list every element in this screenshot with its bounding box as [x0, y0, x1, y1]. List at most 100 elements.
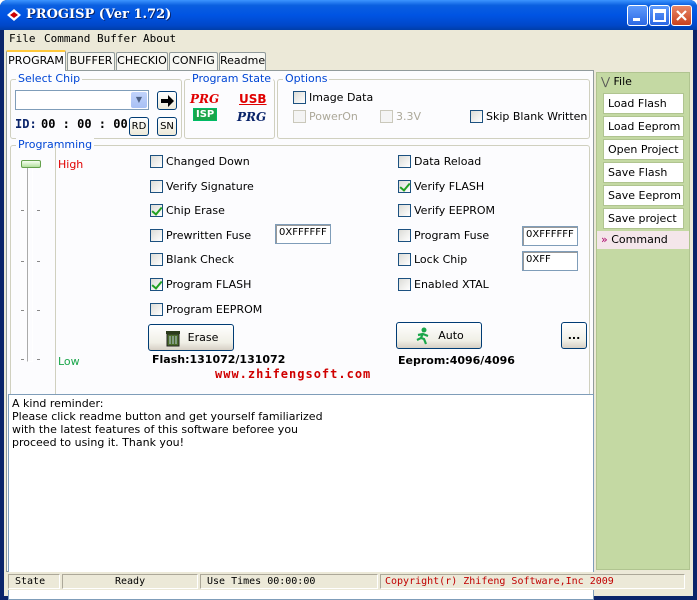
website-link[interactable]: www.zhifengsoft.com	[215, 367, 371, 381]
maximize-button[interactable]	[649, 5, 670, 26]
status-copyright: Copyright(r) Zhifeng Software,Inc 2009	[380, 574, 685, 589]
option-label: Changed Down	[166, 155, 250, 168]
right-option-checkbox[interactable]: Verify EEPROM	[398, 204, 496, 218]
checkbox-box	[150, 179, 163, 193]
flash-info: Flash:131072/131072	[152, 353, 286, 366]
left-option-checkbox[interactable]: Program EEPROM	[150, 302, 263, 316]
option-label: Lock Chip	[414, 253, 468, 267]
app-window: PROGISP (Ver 1.72) File Command Buffer A…	[0, 0, 697, 600]
close-icon	[676, 10, 687, 21]
checkbox-box	[398, 155, 411, 168]
double-chevron-down-icon: ⋁	[601, 75, 611, 88]
right-option-checkbox[interactable]: Data Reload	[398, 155, 481, 168]
program-fuse-input[interactable]: 0XFFFFFF	[522, 226, 578, 246]
menu-command[interactable]: Command	[44, 32, 90, 45]
image-data-checkbox[interactable]: Image Data	[293, 91, 373, 104]
go-button[interactable]	[157, 91, 177, 110]
poweron-checkbox[interactable]: PowerOn	[293, 110, 358, 123]
checkbox-box	[150, 253, 163, 267]
left-option-checkbox[interactable]: Blank Check	[150, 253, 235, 267]
option-label: Data Reload	[414, 155, 482, 168]
lock-chip-input[interactable]: 0XFF	[522, 251, 578, 271]
left-option-checkbox[interactable]: Verify Signature	[150, 179, 254, 193]
checkbox-box	[398, 278, 411, 291]
checkbox-box	[150, 155, 163, 168]
sidebar-command-header[interactable]: » Command	[597, 231, 689, 249]
checkbox-box	[398, 204, 411, 218]
options-group: Options Image Data PowerOn 3.3V Skip Bla…	[277, 72, 590, 139]
right-option-checkbox[interactable]: Enabled XTAL	[398, 278, 489, 291]
minimize-button[interactable]	[627, 5, 648, 26]
option-label: Enabled XTAL	[414, 278, 489, 291]
menu-bar: File Command Buffer About	[4, 30, 693, 48]
prg-isp-logo: PRG ISP	[190, 92, 220, 121]
left-option-checkbox[interactable]: Changed Down	[150, 155, 250, 168]
menu-about[interactable]: About	[143, 32, 176, 45]
low-label: Low	[58, 355, 80, 368]
arrow-right-icon	[161, 95, 174, 107]
left-option-checkbox[interactable]: Prewritten Fuse	[150, 228, 252, 242]
status-use-times: Use Times 00:00:00	[200, 574, 378, 589]
options-label: Options	[283, 72, 330, 85]
tab-readme[interactable]: Readme	[219, 52, 266, 70]
v33-checkbox[interactable]: 3.3V	[380, 110, 421, 123]
save-project-button[interactable]: Save project	[603, 208, 684, 229]
trash-icon	[165, 330, 180, 346]
level-slider-thumb[interactable]	[21, 160, 41, 168]
sn-button[interactable]: SN	[157, 117, 177, 136]
tab-buffer[interactable]: BUFFER	[67, 52, 115, 70]
prewritten-fuse-input[interactable]: 0XFFFFFF	[275, 224, 331, 244]
right-option-checkbox[interactable]: Verify FLASH	[398, 179, 484, 193]
option-label: Program EEPROM	[166, 302, 263, 316]
close-button[interactable]	[671, 5, 692, 26]
level-slider-track[interactable]	[27, 162, 33, 362]
chip-select[interactable]: ▼	[15, 90, 149, 110]
eeprom-info: Eeprom:4096/4096	[398, 354, 515, 367]
status-state-label: State	[8, 574, 60, 589]
option-label: Blank Check	[166, 253, 235, 267]
chevron-down-icon[interactable]: ▼	[131, 92, 147, 108]
option-label: Program Fuse	[414, 228, 490, 242]
tab-config[interactable]: CONFIG	[169, 52, 218, 70]
open-project-button[interactable]: Open Project	[603, 139, 684, 160]
left-option-checkbox[interactable]: Chip Erase	[150, 204, 225, 218]
sidebar: ⋁ File Load Flash Load Eeprom Open Proje…	[596, 72, 690, 570]
client-area: File Command Buffer About PROGRAM BUFFER…	[4, 30, 693, 600]
programming-group: Programming High Low Changed Down Verify …	[10, 138, 590, 401]
tab-program[interactable]: PROGRAM	[6, 50, 66, 71]
more-button[interactable]: ...	[561, 322, 587, 349]
reminder-textarea[interactable]: A kind reminder: Please click readme but…	[8, 394, 594, 600]
checkmark-icon	[150, 278, 163, 291]
title-bar[interactable]: PROGISP (Ver 1.72)	[0, 0, 697, 30]
tab-checkio[interactable]: CHECKIO	[116, 52, 168, 70]
usb-prg-logo: USB PRG	[237, 92, 267, 124]
checkmark-icon	[150, 204, 163, 218]
erase-button[interactable]: Erase	[148, 324, 234, 351]
menu-file[interactable]: File	[9, 32, 36, 45]
right-option-checkbox[interactable]: Program Fuse	[398, 228, 490, 242]
save-eeprom-button[interactable]: Save Eeprom	[603, 185, 684, 206]
skip-blank-checkbox[interactable]: Skip Blank Written	[470, 110, 587, 123]
running-man-icon	[416, 327, 429, 344]
save-flash-button[interactable]: Save Flash	[603, 162, 684, 183]
rd-button[interactable]: RD	[129, 117, 149, 136]
option-label: Verify Signature	[166, 179, 254, 193]
option-label: Program FLASH	[166, 278, 252, 291]
program-state-label: Program State	[190, 72, 274, 85]
program-state-group: Program State PRG ISP USB PRG	[184, 72, 275, 139]
double-chevron-right-icon: »	[601, 233, 608, 246]
app-icon	[7, 9, 21, 21]
auto-button[interactable]: Auto	[396, 322, 482, 349]
load-eeprom-button[interactable]: Load Eeprom	[603, 116, 684, 137]
status-bar: State Ready Use Times 00:00:00 Copyright…	[4, 572, 689, 590]
option-label: Prewritten Fuse	[166, 228, 252, 242]
left-option-checkbox[interactable]: Program FLASH	[150, 278, 251, 291]
load-flash-button[interactable]: Load Flash	[603, 93, 684, 114]
sidebar-file-header[interactable]: ⋁ File	[597, 73, 689, 91]
right-option-checkbox[interactable]: Lock Chip	[398, 253, 468, 267]
checkbox-box	[398, 253, 411, 267]
select-chip-group: Select Chip ▼ ID: 00 : 00 : 00 RD SN	[10, 72, 182, 139]
option-label: Verify EEPROM	[414, 204, 496, 218]
menu-buffer[interactable]: Buffer	[97, 32, 137, 45]
maximize-icon	[653, 9, 666, 22]
